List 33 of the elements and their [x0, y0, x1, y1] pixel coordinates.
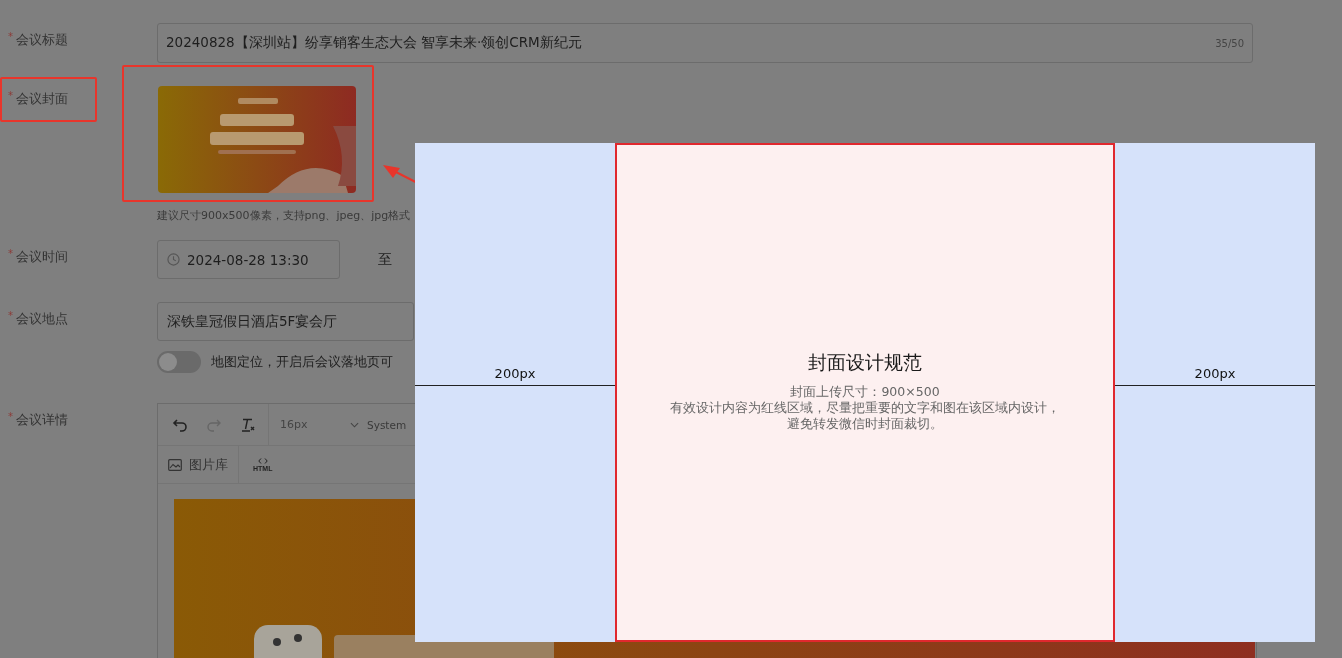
required-mark: * [8, 248, 13, 261]
field-label: 会议详情 [16, 411, 68, 429]
description-text: 避免转发微信时封面裁切。 [786, 416, 944, 432]
title-input-field[interactable]: 20240828【深圳站】纷享销客生态大会 智享未来·领创CRM新纪元 35/50 [157, 23, 1253, 63]
image-library-button[interactable]: 图片库 [158, 446, 239, 483]
location-input-field[interactable]: 深铁皇冠假日酒店5F宴会厅 [157, 302, 414, 341]
character-counter: 35/50 [1215, 37, 1244, 49]
map-toggle[interactable] [157, 351, 201, 373]
margin-label: 200px [1193, 366, 1237, 381]
panel-title: 封面设计规范 [807, 350, 923, 375]
field-label: 会议标题 [16, 31, 68, 49]
image-icon [168, 458, 182, 471]
field-label: 会议时间 [16, 248, 68, 266]
range-separator: 至 [378, 251, 392, 269]
field-label: 会议地点 [16, 310, 68, 328]
code-icon [257, 457, 268, 464]
hint-text: 建议尺寸900x500像素，支持png、jpeg、jpg格式 [157, 208, 411, 223]
font-size-dropdown[interactable]: 16px [269, 418, 338, 431]
required-mark: * [8, 411, 13, 424]
required-mark: * [8, 310, 13, 323]
chevron-down-icon [350, 421, 359, 428]
clear-format-icon[interactable] [240, 416, 256, 433]
start-time-field[interactable]: 2024-08-28 13:30 [157, 240, 340, 279]
field-label: 会议封面 [16, 90, 68, 108]
margin-label: 200px [493, 366, 537, 381]
toggle-label: 地图定位，开启后会议落地页可 [211, 353, 393, 371]
font-family-dropdown[interactable]: System [367, 418, 407, 431]
undo-icon[interactable] [172, 416, 188, 433]
clock-icon [167, 253, 180, 266]
required-mark: * [8, 90, 13, 103]
size-text: 封面上传尺寸：900×500 [789, 384, 941, 400]
required-mark: * [8, 31, 13, 44]
description-text: 有效设计内容为红线区域，尽量把重要的文字和图在该区域内设计， [669, 400, 1061, 416]
